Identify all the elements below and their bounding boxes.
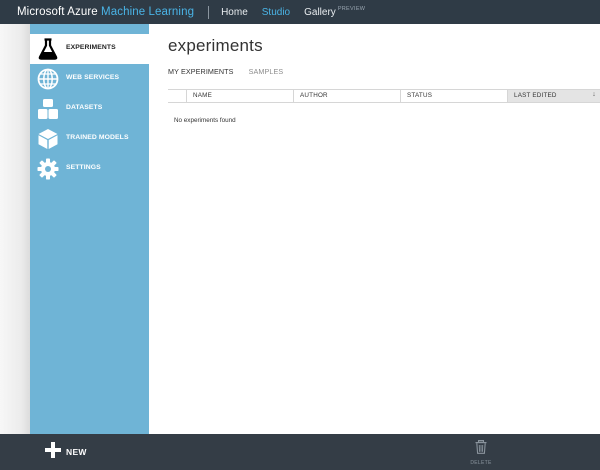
- sidebar-item-label: SETTINGS: [66, 164, 101, 171]
- nav-studio[interactable]: Studio: [262, 7, 290, 18]
- sort-descending-icon: ↓: [592, 91, 596, 98]
- cube-icon: [37, 127, 59, 151]
- new-button-label: NEW: [66, 447, 87, 457]
- nav-gallery-label: Gallery: [304, 6, 336, 18]
- nav-gallery[interactable]: Gallery PREVIEW: [304, 5, 366, 18]
- column-header-name[interactable]: NAME: [186, 90, 293, 102]
- flask-icon: [37, 37, 59, 61]
- brand-accent: Machine Learning: [101, 6, 195, 18]
- column-header-author[interactable]: AUTHOR: [293, 90, 400, 102]
- column-header-select: [168, 90, 186, 102]
- delete-button[interactable]: DELETE: [469, 440, 493, 466]
- column-header-status[interactable]: STATUS: [400, 90, 507, 102]
- brand-title: Microsoft Azure Machine Learning: [17, 6, 194, 18]
- empty-state-message: No experiments found: [174, 117, 236, 124]
- nav-home[interactable]: Home: [221, 7, 248, 18]
- column-header-last-edited-label: LAST EDITED: [514, 92, 557, 99]
- experiment-tabs: MY EXPERIMENTS SAMPLES: [168, 67, 298, 76]
- globe-icon: [37, 67, 59, 91]
- top-bar: Microsoft Azure Machine Learning Home St…: [0, 0, 600, 24]
- sidebar-item-trained-models[interactable]: TRAINED MODELS: [30, 124, 149, 154]
- delete-button-label: DELETE: [470, 460, 492, 466]
- sidebar-item-settings[interactable]: SETTINGS: [30, 154, 149, 184]
- top-nav: Home Studio Gallery PREVIEW: [221, 5, 379, 18]
- sidebar-item-datasets[interactable]: DATASETS: [30, 94, 149, 124]
- preview-badge: PREVIEW: [337, 5, 366, 12]
- tab-my-experiments[interactable]: MY EXPERIMENTS: [168, 67, 234, 76]
- command-bar: NEW DELETE: [0, 434, 600, 470]
- plus-icon: [45, 441, 61, 463]
- gear-icon: [37, 157, 59, 181]
- brand-prefix: Microsoft Azure: [17, 6, 98, 18]
- left-gutter: [0, 24, 30, 434]
- sidebar: EXPERIMENTS WEB SERVICES DATASETS TRAINE…: [30, 24, 149, 434]
- main-panel: experiments MY EXPERIMENTS SAMPLES NAME …: [149, 24, 600, 434]
- sidebar-item-experiments[interactable]: EXPERIMENTS: [30, 34, 149, 64]
- table-header: NAME AUTHOR STATUS LAST EDITED ↓: [168, 89, 600, 103]
- sidebar-item-label: DATASETS: [66, 104, 103, 111]
- sidebar-item-label: WEB SERVICES: [66, 74, 120, 81]
- sidebar-item-label: EXPERIMENTS: [66, 44, 116, 51]
- sidebar-item-web-services[interactable]: WEB SERVICES: [30, 64, 149, 94]
- new-button[interactable]: NEW: [45, 441, 87, 463]
- datasets-icon: [37, 97, 59, 121]
- top-divider: [208, 5, 210, 19]
- tab-samples[interactable]: SAMPLES: [249, 67, 284, 76]
- column-header-last-edited[interactable]: LAST EDITED ↓: [507, 90, 600, 102]
- page-title: experiments: [168, 36, 263, 55]
- trash-icon: [475, 440, 487, 458]
- sidebar-item-label: TRAINED MODELS: [66, 134, 129, 141]
